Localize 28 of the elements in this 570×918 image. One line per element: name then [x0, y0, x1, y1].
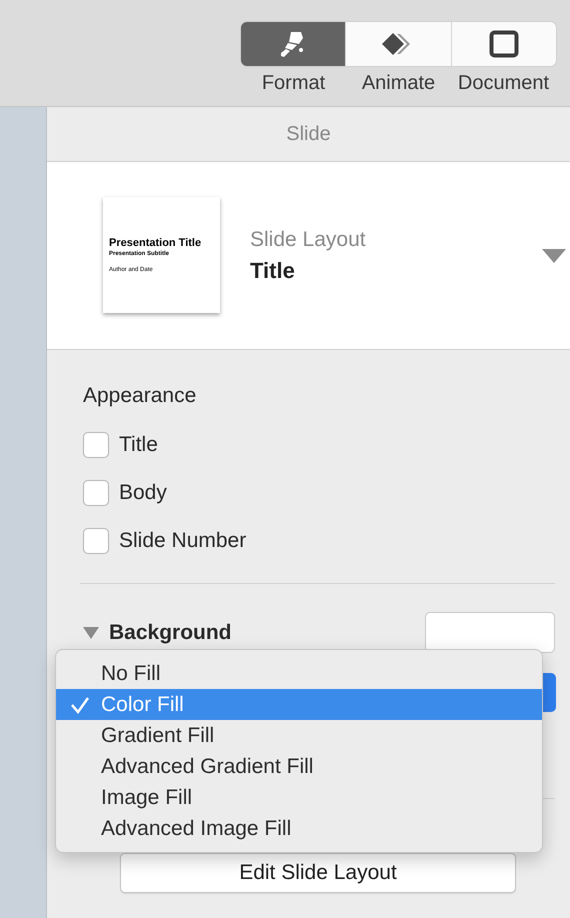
checkbox-label[interactable]: Slide Number: [119, 529, 246, 553]
toolbar-tab-label[interactable]: Animate: [346, 66, 451, 95]
disclosure-triangle-icon[interactable]: [83, 626, 99, 638]
edit-layout-button[interactable]: Edit Slide Layout: [120, 853, 516, 893]
checkbox[interactable]: [83, 432, 109, 458]
menu-item[interactable]: Advanced Gradient Fill: [56, 751, 542, 782]
layout-label: Slide Layout: [250, 228, 367, 252]
toolbar-tab-label[interactable]: Format: [241, 66, 346, 95]
menu-item[interactable]: Image Fill: [56, 782, 542, 813]
color-well[interactable]: [425, 612, 555, 653]
layout-name: Title: [250, 258, 296, 284]
checkbox-label[interactable]: Title: [119, 433, 158, 457]
toolbar-tab[interactable]: [450, 22, 556, 66]
thumbnail-title: Presentation Title: [109, 236, 202, 248]
toolbar-tab[interactable]: [241, 22, 346, 66]
dropdown-triangle-icon[interactable]: [542, 248, 566, 262]
checkbox[interactable]: [83, 528, 109, 554]
checkbox[interactable]: [83, 480, 109, 506]
menu-item[interactable]: No Fill: [56, 658, 542, 689]
panel-title: Slide: [286, 122, 331, 146]
menu-item[interactable]: Gradient Fill: [56, 720, 542, 751]
section-heading: Appearance: [83, 384, 198, 408]
toolbar-tab-label[interactable]: Document: [451, 66, 556, 95]
section-heading: Background: [109, 620, 233, 644]
window-icon: [488, 30, 519, 58]
menu-item[interactable]: Advanced Image Fill: [56, 813, 542, 844]
checkbox-label[interactable]: Body: [119, 481, 167, 505]
checkmark-icon: [70, 696, 90, 714]
